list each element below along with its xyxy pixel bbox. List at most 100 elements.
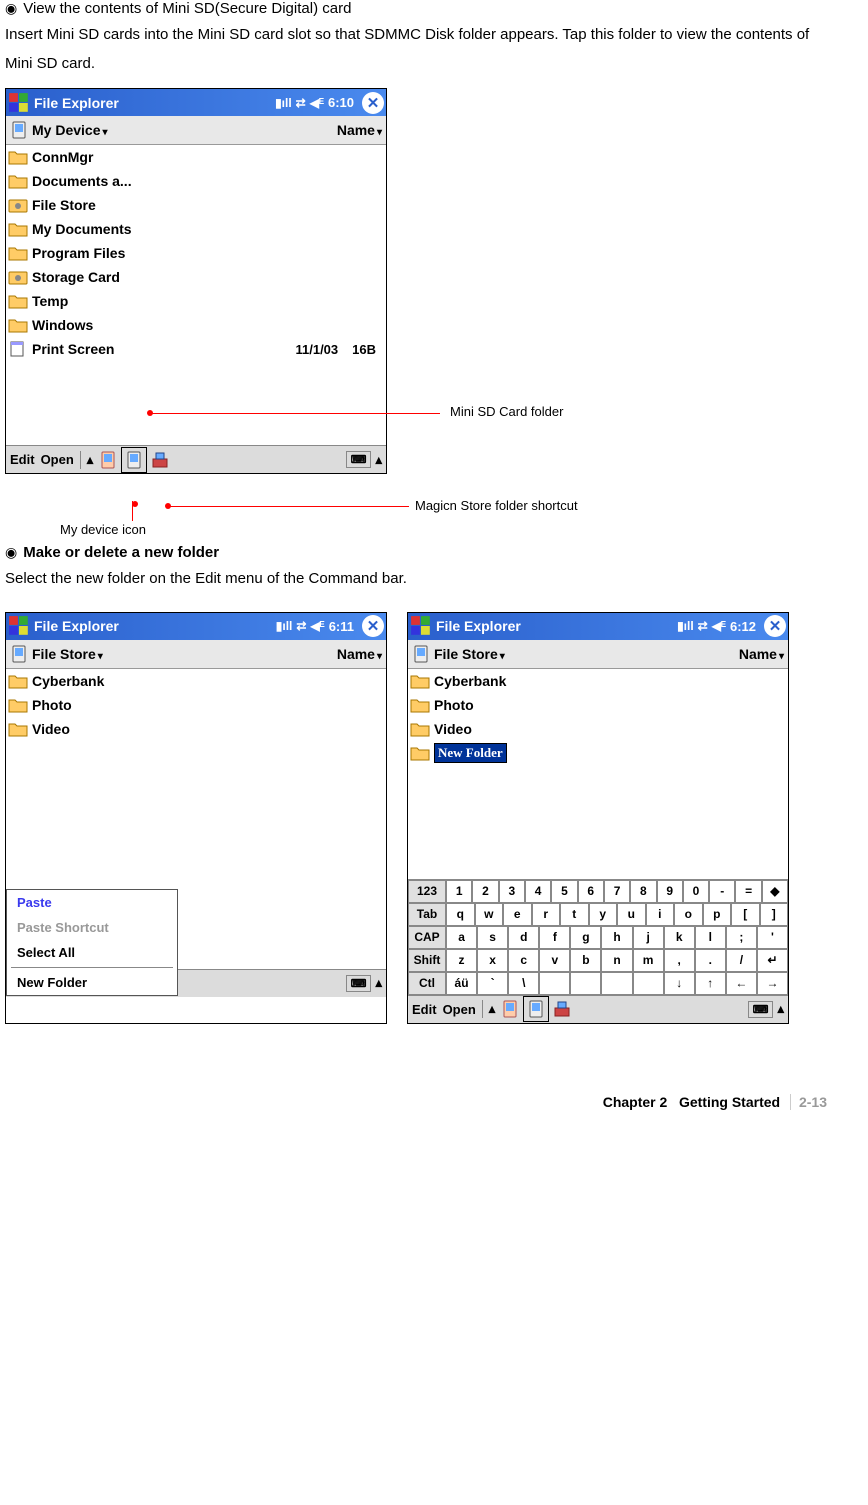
key[interactable]: ] — [760, 903, 789, 926]
key[interactable]: 123 — [408, 880, 446, 903]
my-device-shortcut[interactable] — [499, 998, 521, 1020]
key[interactable]: 4 — [525, 880, 551, 903]
key[interactable]: n — [601, 949, 632, 972]
file-store-shortcut[interactable] — [523, 996, 549, 1022]
key[interactable]: 1 — [446, 880, 472, 903]
menu-paste[interactable]: Paste — [7, 890, 177, 915]
key[interactable]: r — [532, 903, 561, 926]
speaker-icon[interactable]: ◀ᴱ — [310, 619, 324, 633]
key[interactable]: ` — [477, 972, 508, 995]
location-dropdown[interactable]: My Device▾ — [32, 122, 108, 138]
key[interactable]: 2 — [472, 880, 498, 903]
key[interactable] — [570, 972, 601, 995]
menu-select-all[interactable]: Select All — [7, 940, 177, 965]
file-item[interactable]: Temp — [6, 289, 386, 313]
menu-new-folder[interactable]: New Folder — [7, 970, 177, 995]
key[interactable]: 0 — [683, 880, 709, 903]
edit-menu[interactable]: Edit — [410, 1002, 439, 1017]
file-item[interactable]: Video — [6, 717, 386, 741]
new-folder-item[interactable]: New Folder — [408, 741, 788, 765]
close-button[interactable]: ✕ — [764, 615, 786, 637]
key[interactable]: k — [664, 926, 695, 949]
file-item[interactable]: Photo — [6, 693, 386, 717]
key[interactable]: h — [601, 926, 632, 949]
key[interactable]: , — [664, 949, 695, 972]
key[interactable]: 8 — [630, 880, 656, 903]
on-screen-keyboard[interactable]: 1231234567890-=◆Tabqwertyuiop[]CAPasdfgh… — [408, 879, 788, 995]
edit-menu[interactable]: Edit — [8, 452, 37, 467]
key[interactable]: - — [709, 880, 735, 903]
file-item[interactable]: Photo — [408, 693, 788, 717]
start-icon[interactable] — [410, 615, 432, 637]
clock[interactable]: 6:11 — [329, 619, 354, 634]
key[interactable]: Tab — [408, 903, 446, 926]
key[interactable]: w — [475, 903, 504, 926]
key[interactable]: Ctl — [408, 972, 446, 995]
speaker-icon[interactable]: ◀ᴱ — [712, 619, 726, 633]
close-button[interactable]: ✕ — [362, 615, 384, 637]
close-button[interactable]: ✕ — [362, 92, 384, 114]
open-menu[interactable]: Open — [441, 1002, 478, 1017]
up-button[interactable]: ▴ — [487, 1001, 498, 1017]
start-icon[interactable] — [8, 92, 30, 114]
key[interactable]: j — [633, 926, 664, 949]
up-button[interactable]: ▴ — [85, 452, 96, 468]
key[interactable]: ◆ — [762, 880, 788, 903]
signal-icon[interactable]: ▮ıll — [677, 619, 694, 633]
key[interactable]: c — [508, 949, 539, 972]
key[interactable]: 6 — [578, 880, 604, 903]
key[interactable]: / — [726, 949, 757, 972]
key[interactable]: ↓ — [664, 972, 695, 995]
key[interactable]: 3 — [499, 880, 525, 903]
key[interactable]: 7 — [604, 880, 630, 903]
key[interactable] — [539, 972, 570, 995]
magicn-store-shortcut[interactable] — [551, 998, 573, 1020]
keyboard-toggle[interactable]: ⌨ — [346, 451, 372, 468]
file-item[interactable]: My Documents — [6, 217, 386, 241]
key[interactable]: b — [570, 949, 601, 972]
key[interactable]: m — [633, 949, 664, 972]
key[interactable]: ↵ — [757, 949, 788, 972]
location-dropdown[interactable]: File Store▾ — [32, 646, 103, 662]
file-item[interactable]: Documents a... — [6, 169, 386, 193]
sync-icon[interactable]: ⇄ — [296, 96, 306, 110]
file-item[interactable]: Video — [408, 717, 788, 741]
location-dropdown[interactable]: File Store▾ — [434, 646, 505, 662]
open-menu[interactable]: Open — [39, 452, 76, 467]
key[interactable]: z — [446, 949, 477, 972]
key[interactable]: áü — [446, 972, 477, 995]
key[interactable]: f — [539, 926, 570, 949]
key[interactable]: a — [446, 926, 477, 949]
key[interactable]: = — [735, 880, 761, 903]
signal-icon[interactable]: ▮ıll — [276, 619, 293, 633]
file-item[interactable]: Windows — [6, 313, 386, 337]
key[interactable]: \ — [508, 972, 539, 995]
key[interactable]: p — [703, 903, 732, 926]
key[interactable]: v — [539, 949, 570, 972]
key[interactable]: e — [503, 903, 532, 926]
key[interactable]: [ — [731, 903, 760, 926]
key[interactable]: g — [570, 926, 601, 949]
key[interactable] — [601, 972, 632, 995]
signal-icon[interactable]: ▮ıll — [275, 96, 292, 110]
sort-dropdown[interactable]: Name▾ — [739, 646, 784, 662]
keyboard-toggle[interactable]: ⌨ — [748, 1001, 774, 1018]
file-item[interactable]: Program Files — [6, 241, 386, 265]
file-store-shortcut[interactable] — [121, 447, 147, 473]
keyboard-toggle[interactable]: ⌨ — [346, 975, 372, 992]
key[interactable]: → — [757, 972, 788, 995]
key[interactable]: ↑ — [695, 972, 726, 995]
key[interactable]: Shift — [408, 949, 446, 972]
clock[interactable]: 6:12 — [730, 619, 756, 634]
sync-icon[interactable]: ⇄ — [296, 619, 306, 633]
key[interactable]: i — [646, 903, 675, 926]
key[interactable]: ; — [726, 926, 757, 949]
sip-arrow[interactable]: ▴ — [373, 452, 384, 468]
sort-dropdown[interactable]: Name▾ — [337, 646, 382, 662]
key[interactable]: d — [508, 926, 539, 949]
key[interactable]: s — [477, 926, 508, 949]
sip-arrow[interactable]: ▴ — [775, 1001, 786, 1017]
key[interactable]: ' — [757, 926, 788, 949]
key[interactable]: 5 — [551, 880, 577, 903]
key[interactable]: y — [589, 903, 618, 926]
